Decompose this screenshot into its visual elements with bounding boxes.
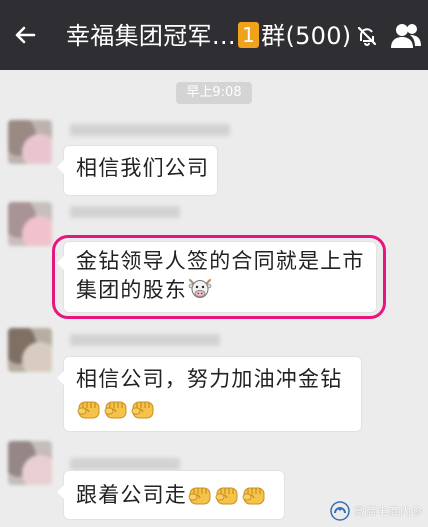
message-bubble[interactable]: 跟着公司走 <box>57 471 284 519</box>
chat-title-suffix: 群(500) <box>261 22 352 50</box>
message-text: 跟着公司走 <box>76 481 268 509</box>
wechat-official-account-icon <box>330 501 350 521</box>
chat-title: 幸福集团冠军… 1 群(500) <box>66 20 351 52</box>
group-members-icon[interactable] <box>390 22 422 50</box>
watermark: 微商电商内参 <box>330 500 423 522</box>
fist-emoji-row <box>76 397 157 421</box>
message-line-1: 相信公司，努力加油冲金钻 <box>76 367 343 391</box>
message-bubble[interactable]: 相信公司，努力加油冲金钻 <box>57 357 361 431</box>
highlight-annotation-frame <box>52 235 386 319</box>
message-text: 相信公司，努力加油冲金钻 <box>76 364 342 424</box>
fist-emoji-row <box>187 483 268 507</box>
chat-title-prefix: 幸福集团冠军… <box>66 22 237 50</box>
watermark-text: 微商电商内参 <box>354 505 423 518</box>
fist-emoji-icon <box>188 487 211 505</box>
message-text: 相信我们公司 <box>76 156 210 180</box>
back-arrow-icon[interactable] <box>10 20 40 50</box>
sender-nickname-blurred <box>70 124 230 136</box>
sender-avatar[interactable] <box>8 328 52 372</box>
message-line-1: 跟着公司走 <box>76 483 187 507</box>
sender-avatar[interactable] <box>8 120 52 164</box>
fist-emoji-icon <box>131 401 154 419</box>
fist-emoji-icon <box>215 487 238 505</box>
chat-header: 幸福集团冠军… 1 群(500) <box>0 0 428 70</box>
title-number-badge: 1 <box>238 22 260 48</box>
fist-emoji-icon <box>242 487 265 505</box>
fist-emoji-icon <box>77 401 100 419</box>
sender-nickname-blurred <box>70 334 220 346</box>
sender-avatar[interactable] <box>8 441 52 485</box>
sender-nickname-blurred <box>70 206 180 218</box>
fist-emoji-icon <box>104 401 127 419</box>
chat-timestamp: 早上9:08 <box>176 82 252 104</box>
sender-avatar[interactable] <box>8 202 52 246</box>
message-bubble[interactable]: 相信我们公司 <box>57 146 217 195</box>
sender-nickname-blurred <box>70 458 180 470</box>
mute-bell-icon <box>357 26 377 46</box>
